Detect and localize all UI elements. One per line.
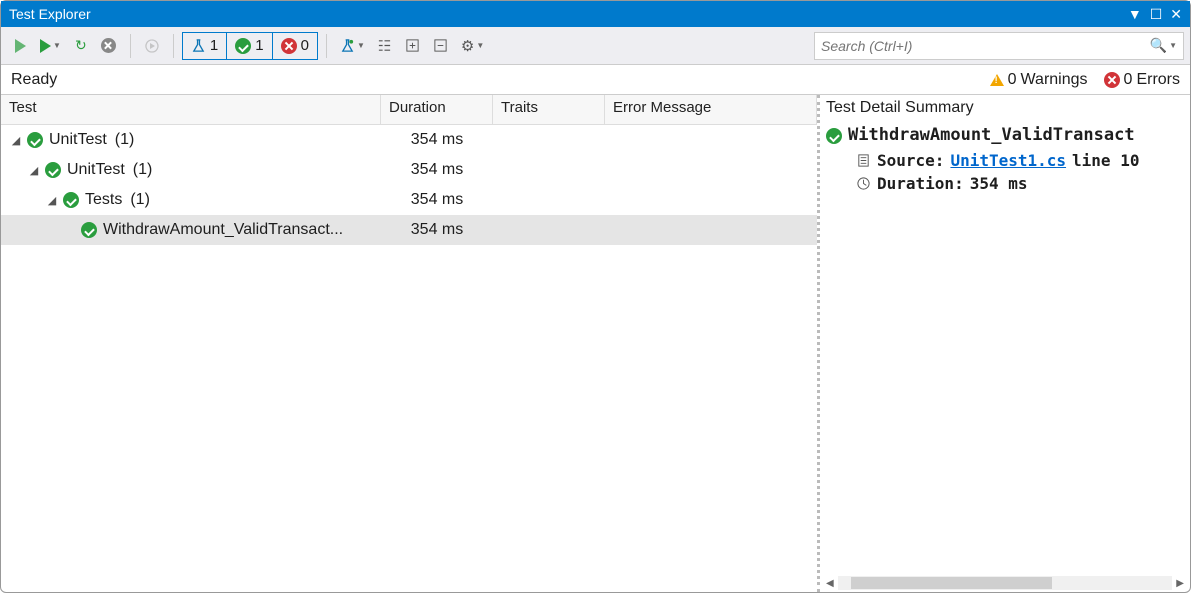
grid-header: Test Duration Traits Error Message: [1, 95, 817, 125]
clock-icon: [856, 176, 871, 191]
pass-icon: [63, 192, 79, 208]
search-box[interactable]: 🔍 ▼: [814, 32, 1184, 60]
filter-total-count: 1: [210, 37, 218, 54]
column-duration[interactable]: Duration: [381, 95, 493, 124]
test-tree: ◢ UnitTest (1) 354 ms ◢ UnitTest (1) 354…: [1, 125, 817, 592]
pass-icon: [235, 38, 251, 54]
tree-count: (1): [133, 161, 153, 179]
tree-duration: 354 ms: [381, 221, 493, 239]
repeat-run-button[interactable]: ↻: [68, 32, 94, 60]
filter-total-button[interactable]: 1: [183, 33, 227, 59]
detail-duration-value: 354 ms: [970, 174, 1028, 193]
detail-duration-label: Duration:: [877, 174, 964, 193]
tree-row[interactable]: WithdrawAmount_ValidTransact... 354 ms: [1, 215, 817, 245]
expander-icon[interactable]: ◢: [29, 164, 39, 177]
detail-test-name: WithdrawAmount_ValidTransact: [848, 125, 1135, 145]
pass-icon: [27, 132, 43, 148]
detail-header: Test Detail Summary: [820, 95, 1190, 121]
filter-group: 1 1 0: [182, 32, 318, 60]
cancel-run-button[interactable]: [96, 32, 122, 60]
tree-row[interactable]: ◢ UnitTest (1) 354 ms: [1, 125, 817, 155]
window-dropdown-icon[interactable]: ▼: [1128, 6, 1142, 22]
tree-duration: 354 ms: [381, 161, 493, 179]
profile-tests-button[interactable]: ▼: [335, 32, 370, 60]
tree-row[interactable]: ◢ UnitTest (1) 354 ms: [1, 155, 817, 185]
pass-icon: [81, 222, 97, 238]
detail-panel: Test Detail Summary WithdrawAmount_Valid…: [820, 95, 1190, 592]
separator: [326, 34, 327, 58]
tree-label: WithdrawAmount_ValidTransact...: [103, 221, 343, 239]
scroll-track[interactable]: [838, 576, 1173, 590]
document-icon: [856, 153, 871, 168]
horizontal-scrollbar[interactable]: ◀ ▶: [820, 574, 1190, 592]
titlebar: Test Explorer ▼ ☐ ✕: [1, 1, 1190, 27]
group-by-button[interactable]: [372, 32, 398, 60]
fail-icon: [281, 38, 297, 54]
detail-test-name-row: WithdrawAmount_ValidTransact: [820, 121, 1190, 149]
scroll-right-icon[interactable]: ▶: [1176, 578, 1184, 589]
errors-label: Errors: [1136, 71, 1180, 89]
errors-count: 0: [1124, 71, 1133, 89]
window-title: Test Explorer: [9, 6, 1128, 22]
status-text: Ready: [11, 71, 990, 89]
filter-failed-count: 0: [301, 37, 309, 54]
filter-passed-count: 1: [255, 37, 263, 54]
column-test[interactable]: Test: [1, 95, 381, 124]
tree-duration: 354 ms: [381, 191, 493, 209]
filter-passed-button[interactable]: 1: [227, 33, 272, 59]
run-all-button[interactable]: [7, 32, 33, 60]
expand-all-button[interactable]: [400, 32, 426, 60]
close-icon[interactable]: ✕: [1170, 6, 1182, 23]
detail-source-label: Source:: [877, 151, 944, 170]
tree-duration: 354 ms: [381, 131, 493, 149]
tree-label: UnitTest: [67, 161, 125, 179]
pass-icon: [826, 128, 842, 144]
settings-button[interactable]: ⚙▼: [456, 32, 489, 60]
playlist-button[interactable]: [139, 32, 165, 60]
maximize-icon[interactable]: ☐: [1150, 6, 1163, 23]
separator: [173, 34, 174, 58]
detail-duration-row: Duration: 354 ms: [820, 172, 1190, 195]
filter-failed-button[interactable]: 0: [273, 33, 317, 59]
warnings-indicator[interactable]: 0 Warnings: [990, 71, 1088, 89]
search-input[interactable]: [821, 38, 1150, 54]
search-icon[interactable]: 🔍: [1150, 37, 1167, 54]
search-dropdown-icon[interactable]: ▼: [1169, 41, 1177, 50]
scroll-left-icon[interactable]: ◀: [826, 578, 834, 589]
warnings-label: Warnings: [1021, 71, 1088, 89]
tree-label: UnitTest: [49, 131, 107, 149]
detail-source-line: line 10: [1072, 151, 1139, 170]
tree-count: (1): [130, 191, 150, 209]
column-traits[interactable]: Traits: [493, 95, 605, 124]
toolbar: ▼ ↻ 1 1 0 ▼ ⚙▼ 🔍 ▼: [1, 27, 1190, 65]
column-error[interactable]: Error Message: [605, 95, 817, 124]
separator: [130, 34, 131, 58]
scroll-thumb[interactable]: [851, 577, 1052, 589]
error-icon: [1104, 72, 1120, 88]
test-list-panel: Test Duration Traits Error Message ◢ Uni…: [1, 95, 820, 592]
errors-indicator[interactable]: 0 Errors: [1104, 71, 1180, 89]
run-button[interactable]: ▼: [35, 32, 66, 60]
detail-source-link[interactable]: UnitTest1.cs: [950, 151, 1066, 170]
collapse-all-button[interactable]: [428, 32, 454, 60]
detail-source-row: Source: UnitTest1.cs line 10: [820, 149, 1190, 172]
tree-count: (1): [115, 131, 135, 149]
pass-icon: [45, 162, 61, 178]
status-bar: Ready 0 Warnings 0 Errors: [1, 65, 1190, 95]
expander-icon[interactable]: ◢: [11, 134, 21, 147]
warning-icon: [990, 74, 1004, 86]
tree-row[interactable]: ◢ Tests (1) 354 ms: [1, 185, 817, 215]
main-content: Test Duration Traits Error Message ◢ Uni…: [1, 95, 1190, 592]
expander-icon[interactable]: ◢: [47, 194, 57, 207]
tree-label: Tests: [85, 191, 122, 209]
window-controls: ▼ ☐ ✕: [1128, 6, 1182, 23]
warnings-count: 0: [1008, 71, 1017, 89]
